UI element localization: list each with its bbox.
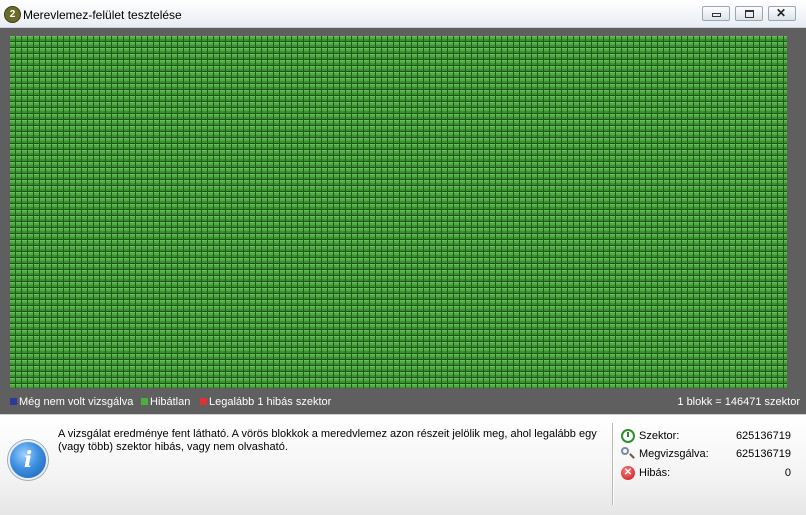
divider	[612, 423, 614, 505]
legend-item-error: Legalább 1 hibás szektor	[200, 396, 331, 408]
error-icon: ✕	[621, 466, 635, 480]
window-title: Merevlemez-felület tesztelése	[23, 8, 182, 22]
stat-value: 0	[784, 467, 791, 479]
stat-value: 625136719	[735, 430, 791, 442]
minimize-button[interactable]	[702, 6, 730, 21]
legend-swatch-ok	[141, 398, 148, 405]
stat-label: Megvizsgálva:	[639, 448, 709, 460]
stat-scanned: Megvizsgálva: 625136719	[621, 447, 791, 463]
surface-map-area: Még nem volt vizsgálva Hibátlan Legalább…	[0, 28, 806, 414]
stat-label: Hibás:	[639, 467, 671, 479]
maximize-icon	[745, 10, 754, 18]
result-message: A vizsgálat eredménye fent látható. A vö…	[58, 428, 597, 453]
legend-label: Legalább 1 hibás szektor	[209, 396, 332, 408]
app-icon: 2	[4, 6, 21, 23]
maximize-button[interactable]	[735, 6, 763, 21]
block-size-info: 1 blokk = 146471 szektor	[677, 396, 800, 408]
legend: Még nem volt vizsgálva Hibátlan Legalább…	[10, 396, 802, 410]
stat-value: 625136719	[735, 448, 791, 460]
legend-swatch-error	[200, 398, 207, 405]
stat-errors: ✕ Hibás: 0	[621, 466, 791, 482]
stat-sectors: Szektor: 625136719	[621, 429, 791, 445]
info-icon: i	[8, 440, 48, 480]
close-button[interactable]: ✕	[768, 6, 796, 21]
disk-surface-test-window: 2 Merevlemez-felület tesztelése ✕ Még ne…	[0, 0, 806, 515]
legend-item-ok: Hibátlan	[141, 396, 190, 408]
block-grid	[10, 36, 787, 388]
stat-label: Szektor:	[639, 430, 680, 442]
legend-swatch-not-scanned	[10, 398, 17, 405]
close-icon: ✕	[776, 6, 787, 20]
minimize-icon	[712, 13, 721, 17]
magnifier-icon	[621, 447, 635, 461]
title-bar[interactable]: 2 Merevlemez-felület tesztelése ✕	[0, 0, 806, 28]
result-panel: i A vizsgálat eredménye fent látható. A …	[0, 414, 806, 515]
legend-label: Még nem volt vizsgálva	[19, 396, 134, 408]
legend-label: Hibátlan	[150, 396, 191, 408]
legend-item-not-scanned: Még nem volt vizsgálva	[10, 396, 133, 408]
sector-icon	[621, 429, 635, 443]
